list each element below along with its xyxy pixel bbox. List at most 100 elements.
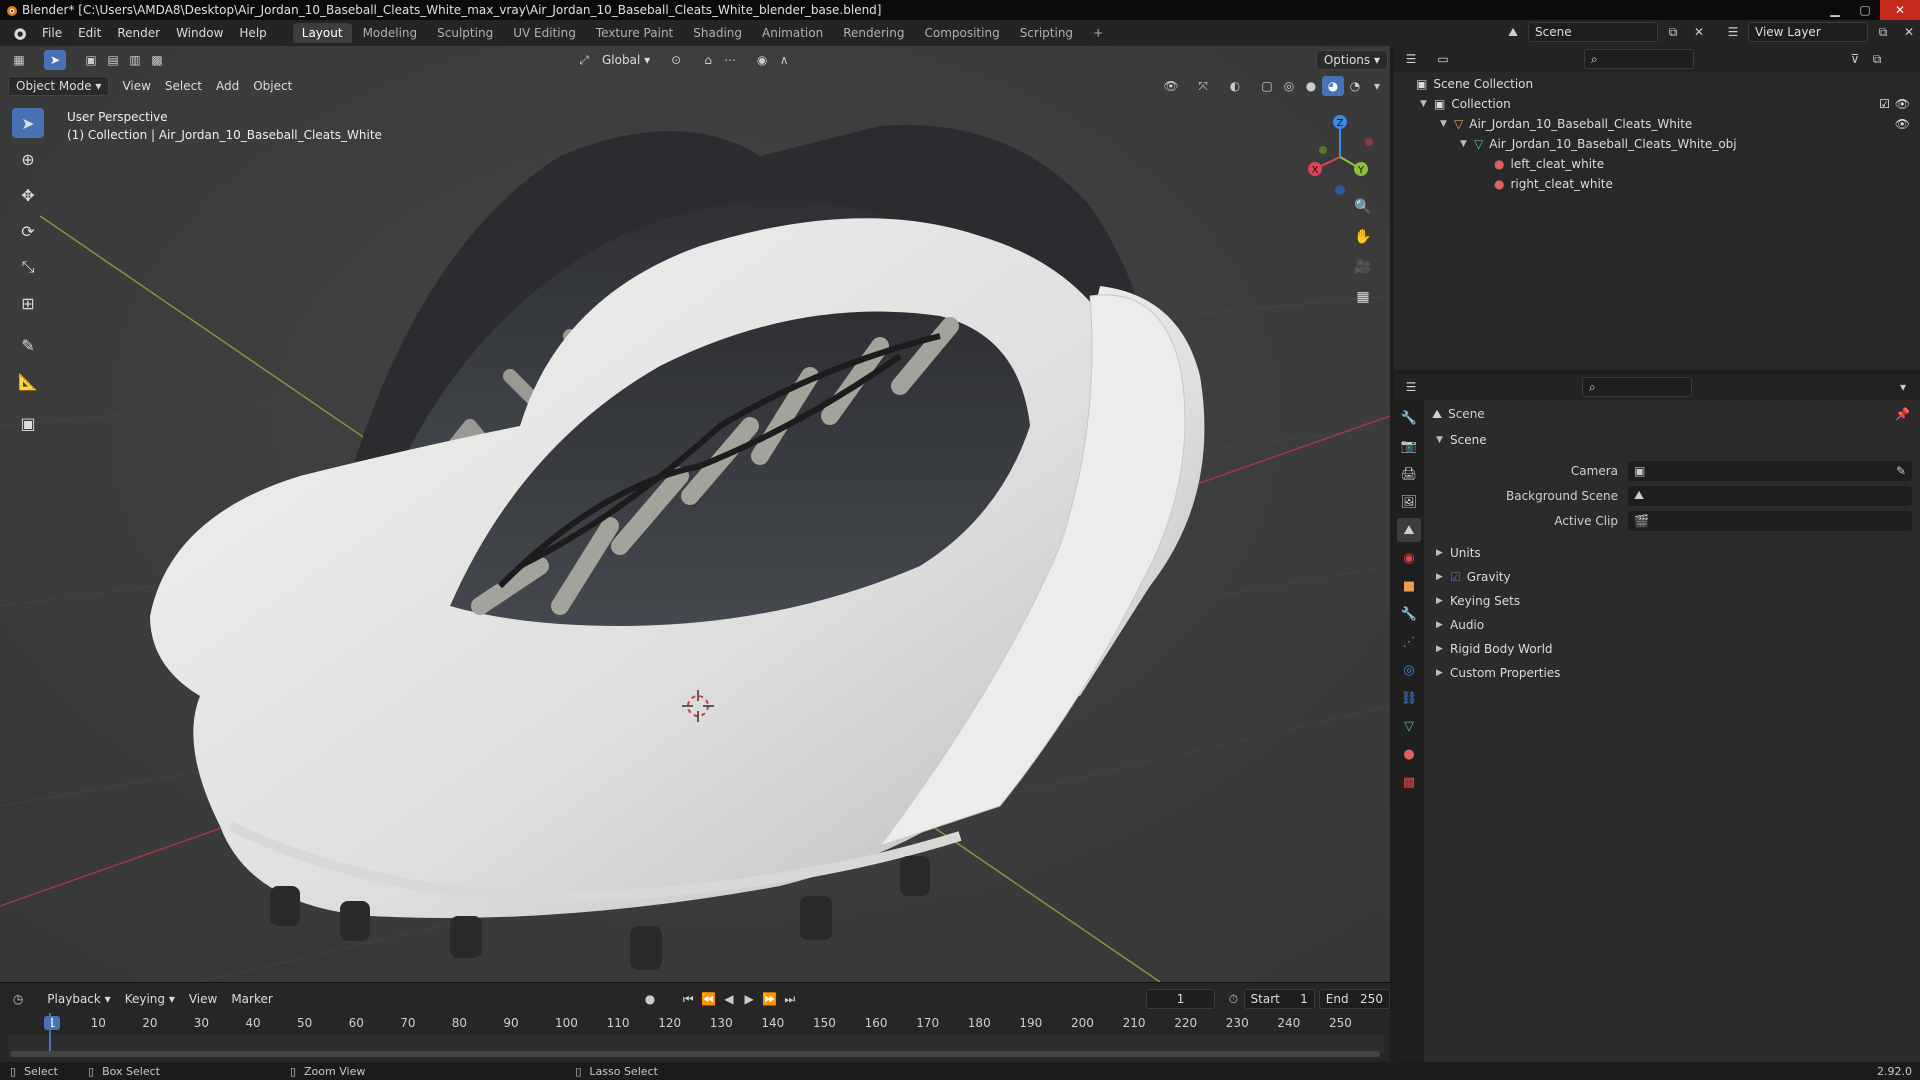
visibility-icon[interactable]: 👁 xyxy=(1160,76,1182,96)
scene-browse-icon[interactable]: ⛰ xyxy=(1502,22,1524,42)
camera-view-icon[interactable]: 🎥 xyxy=(1350,254,1376,280)
properties-editor-type-icon[interactable]: ☰ xyxy=(1400,377,1422,397)
minimize-button[interactable]: ▁ xyxy=(1820,0,1850,20)
select-mode-subtract-icon[interactable]: ▥ xyxy=(124,50,146,70)
new-collection-icon[interactable]: ⧉ xyxy=(1866,49,1888,69)
outliner-row-mesh[interactable]: ▼ ▽ Air_Jordan_10_Baseball_Cleats_White_… xyxy=(1394,134,1920,154)
current-frame-field[interactable]: 1 xyxy=(1145,989,1216,1009)
panel-scene-header[interactable]: ▼ Scene xyxy=(1428,428,1920,452)
menu-window[interactable]: Window xyxy=(168,26,231,40)
timeline-scrollbar[interactable] xyxy=(10,1051,1380,1057)
proportional-edit-icon[interactable]: ◉ xyxy=(751,50,773,70)
checkbox-icon[interactable]: ☑ xyxy=(1879,97,1890,111)
expand-arrow-icon[interactable]: ▼ xyxy=(1440,119,1448,129)
timeline-menu-keying[interactable]: Keying ▾ xyxy=(118,989,182,1009)
tab-sculpting[interactable]: Sculpting xyxy=(428,23,502,43)
jump-start-icon[interactable]: ⏮ xyxy=(678,989,698,1009)
gizmo-toggle-icon[interactable]: ⤧ xyxy=(1192,76,1214,96)
timeline-ruler[interactable]: 1 10 20 30 40 50 60 70 80 90 100 110 120 130 140 150 160… xyxy=(8,1013,1384,1033)
snap-target-icon[interactable]: ⋯ xyxy=(719,50,741,70)
xray-toggle-icon[interactable]: ▢ xyxy=(1256,76,1278,96)
view-layer-browse-icon[interactable]: ☰ xyxy=(1722,22,1744,42)
viewport-menu-select[interactable]: Select xyxy=(158,76,209,96)
panel-units[interactable]: ▶ Units xyxy=(1428,541,1920,565)
jump-next-keyframe-icon[interactable]: ⏩ xyxy=(759,989,779,1009)
timeline-menu-view[interactable]: View xyxy=(182,989,224,1009)
object-mode-dropdown[interactable]: Object Mode ▾ xyxy=(8,76,110,96)
tool-tab-icon[interactable]: 🔧 xyxy=(1397,406,1421,430)
expand-arrow-icon[interactable]: ▼ xyxy=(1420,99,1428,109)
delete-view-layer-icon[interactable]: ✕ xyxy=(1898,22,1920,42)
play-icon[interactable]: ▶ xyxy=(739,989,759,1009)
perspective-toggle-icon[interactable]: ▦ xyxy=(1350,284,1376,310)
modifier-tab-icon[interactable]: 🔧 xyxy=(1397,602,1421,626)
shading-wireframe-icon[interactable]: ◎ xyxy=(1278,76,1300,96)
object-tab-icon[interactable]: ■ xyxy=(1397,574,1421,598)
select-mode-new-icon[interactable]: ▣ xyxy=(80,50,102,70)
viewport-menu-add[interactable]: Add xyxy=(209,76,246,96)
material-tab-icon[interactable]: ● xyxy=(1397,742,1421,766)
tab-texture-paint[interactable]: Texture Paint xyxy=(587,23,682,43)
outliner-row-scene-collection[interactable]: ▣ Scene Collection xyxy=(1394,74,1920,94)
tab-rendering[interactable]: Rendering xyxy=(834,23,913,43)
outliner-row-material-right[interactable]: ● right_cleat_white xyxy=(1394,174,1920,194)
shading-options-icon[interactable]: ▾ xyxy=(1366,76,1388,96)
tab-animation[interactable]: Animation xyxy=(753,23,832,43)
tab-shading[interactable]: Shading xyxy=(684,23,751,43)
3d-viewport[interactable]: ▦ ➤ ▣ ▤ ▥ ▩ ⤢ Global ▾ ⊙ ⌂ ⋯ ◉ ∧ Options… xyxy=(0,46,1390,982)
scene-tab-icon[interactable]: ⛰ xyxy=(1397,518,1421,542)
jump-end-icon[interactable]: ⏭ xyxy=(780,989,800,1009)
options-dropdown[interactable]: Options ▾ xyxy=(1315,50,1388,70)
transform-orientation-dropdown[interactable]: Global ▾ xyxy=(595,50,657,70)
snap-icon[interactable]: ⌂ xyxy=(697,50,719,70)
delete-scene-icon[interactable]: ✕ xyxy=(1688,22,1710,42)
eyedropper-icon[interactable]: ✎ xyxy=(1896,464,1906,478)
tab-compositing[interactable]: Compositing xyxy=(915,23,1008,43)
outliner-row-collection[interactable]: ▼ ▣ Collection ☑ 👁 xyxy=(1394,94,1920,114)
panel-audio[interactable]: ▶ Audio xyxy=(1428,613,1920,637)
end-frame-field[interactable]: End 250 xyxy=(1318,989,1390,1009)
outliner-search-input[interactable]: ⌕ xyxy=(1584,49,1694,69)
scale-tool-icon[interactable]: ⤡ xyxy=(12,252,44,282)
select-tool-icon[interactable]: ➤ xyxy=(44,50,66,70)
view-layer-selector[interactable]: View Layer xyxy=(1748,22,1868,42)
panel-gravity[interactable]: ▶ ☑ Gravity xyxy=(1428,565,1920,589)
pin-icon[interactable]: 📌 xyxy=(1895,407,1910,421)
shading-material-icon[interactable]: ◕ xyxy=(1322,76,1344,96)
texture-tab-icon[interactable]: ▩ xyxy=(1397,770,1421,794)
view-layer-tab-icon[interactable]: 🖼 xyxy=(1397,490,1421,514)
blender-menu-icon[interactable] xyxy=(10,25,28,41)
physics-tab-icon[interactable]: ◎ xyxy=(1397,658,1421,682)
navigation-gizmo[interactable]: Z X Y xyxy=(1295,112,1385,202)
eye-icon[interactable]: 👁 xyxy=(1895,97,1910,111)
cursor-tool-icon[interactable]: ⊕ xyxy=(12,144,44,174)
record-keyframes-icon[interactable]: ● xyxy=(640,989,660,1009)
annotate-tool-icon[interactable]: ✎ xyxy=(12,330,44,360)
world-tab-icon[interactable]: ◉ xyxy=(1397,546,1421,570)
tab-modeling[interactable]: Modeling xyxy=(354,23,427,43)
display-mode-icon[interactable]: ▭ xyxy=(1432,49,1454,69)
tab-layout[interactable]: Layout xyxy=(292,23,352,43)
start-frame-field[interactable]: Start 1 xyxy=(1243,989,1315,1009)
viewport-menu-object[interactable]: Object xyxy=(246,76,299,96)
particles-tab-icon[interactable]: ⋰ xyxy=(1397,630,1421,654)
play-reverse-icon[interactable]: ◀ xyxy=(719,989,739,1009)
add-workspace-icon[interactable]: + xyxy=(1084,23,1112,43)
shading-solid-icon[interactable]: ● xyxy=(1300,76,1322,96)
expand-arrow-icon[interactable]: ▼ xyxy=(1460,139,1468,149)
timeline-editor-type-icon[interactable]: ◷ xyxy=(8,989,28,1009)
new-scene-icon[interactable]: ⧉ xyxy=(1662,22,1684,42)
zoom-view-icon[interactable]: 🔍 xyxy=(1350,194,1376,220)
panel-keying-sets[interactable]: ▶ Keying Sets xyxy=(1428,589,1920,613)
outliner-editor-type-icon[interactable]: ☰ xyxy=(1400,49,1422,69)
panel-rigid-body-world[interactable]: ▶ Rigid Body World xyxy=(1428,637,1920,661)
transform-tool-icon[interactable]: ⊞ xyxy=(12,288,44,318)
menu-file[interactable]: File xyxy=(34,26,70,40)
menu-render[interactable]: Render xyxy=(109,26,168,40)
transform-orientation-icon[interactable]: ⤢ xyxy=(573,50,595,70)
properties-search-input[interactable]: ⌕ xyxy=(1582,377,1692,397)
camera-field[interactable]: ▣ ✎ xyxy=(1628,460,1912,481)
pan-view-icon[interactable]: ✋ xyxy=(1350,224,1376,250)
scene-selector[interactable]: Scene xyxy=(1528,22,1658,42)
outliner-row-material-left[interactable]: ● left_cleat_white xyxy=(1394,154,1920,174)
